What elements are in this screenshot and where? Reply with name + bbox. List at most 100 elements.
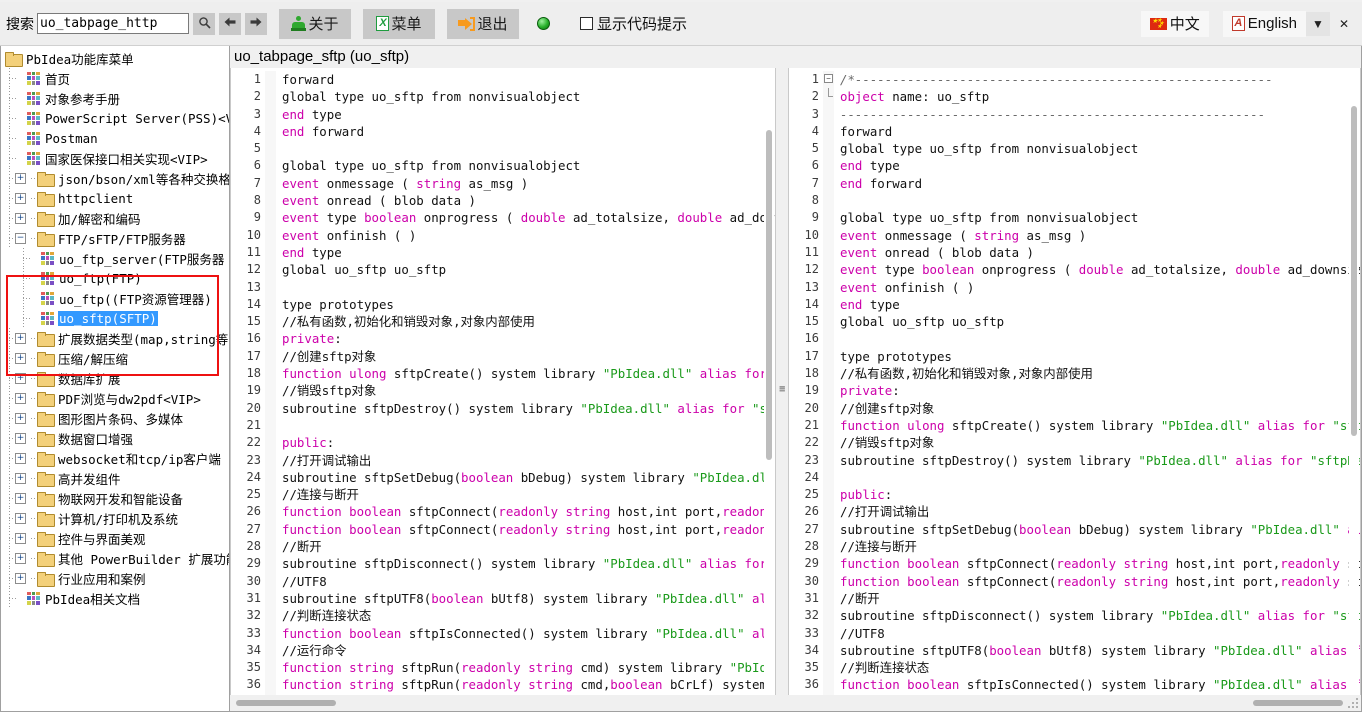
vertical-scrollbar-right[interactable] (1349, 70, 1359, 693)
expand-icon[interactable]: + (15, 412, 26, 424)
tree-item-5[interactable]: + json/bson/xml等各种交换格式 (1, 168, 229, 188)
expand-icon[interactable]: + (15, 172, 26, 184)
window-dropdown-button[interactable]: ▼ (1306, 11, 1330, 36)
code-viewport-left[interactable]: 1 forward 2 global type uo_sftp from nonvis… (230, 68, 776, 695)
vertical-scrollbar-left[interactable] (764, 70, 774, 693)
tree-item-14[interactable]: + 压缩/解压缩 (1, 348, 229, 368)
menu-button[interactable]: X 菜单 (363, 8, 435, 39)
tree-item-16[interactable]: + PDF浏览与dw2pdf<VIP> (1, 388, 229, 408)
navigation-tree-panel[interactable]: PbIdea功能库菜单 首页 对象参考手册 PowerScript Server(P… (0, 46, 230, 712)
show-code-hint-checkbox[interactable]: 显示代码提示 (580, 13, 687, 34)
line-number: 12 (804, 262, 819, 277)
expand-icon[interactable]: + (15, 552, 26, 564)
tree-item-3[interactable]: Postman (1, 128, 229, 148)
code-pane-left[interactable]: 1 forward 2 global type uo_sftp from nonvis… (230, 68, 776, 711)
about-button[interactable]: 关于 (279, 8, 351, 39)
expand-icon[interactable]: + (15, 432, 26, 444)
tree-item-19[interactable]: + websocket和tcp/ip客户端 (1, 448, 229, 468)
tree-item-11[interactable]: uo_ftp((FTP资源管理器) (1, 288, 229, 308)
close-icon: ✕ (1338, 16, 1350, 31)
code-line: 29 function boolean sftpConnect(readonly … (789, 555, 1360, 573)
window-close-button[interactable]: ✕ (1332, 12, 1356, 36)
code-viewport-right[interactable]: 1−/*------------------------------------… (788, 68, 1361, 695)
tree-item-7[interactable]: + 加/解密和编码 (1, 208, 229, 228)
tree-item-18[interactable]: + 数据窗口增强 (1, 428, 229, 448)
code-pane-right[interactable]: 1−/*------------------------------------… (788, 68, 1361, 711)
tree-item-21[interactable]: + 物联网开发和智能设备 (1, 488, 229, 508)
expand-icon[interactable]: + (15, 332, 26, 344)
scroll-thumb[interactable] (1253, 700, 1343, 706)
fold-column (823, 122, 834, 141)
line-number: 31 (246, 590, 261, 605)
collapse-icon[interactable]: − (15, 232, 26, 244)
code-line: 35 function string sftpRun(readonly strin… (231, 659, 775, 677)
tree-item-22[interactable]: + 计算机/打印机及系统 (1, 508, 229, 528)
palette-icon (41, 311, 54, 325)
tree-root-node[interactable]: PbIdea功能库菜单 (1, 48, 229, 68)
expand-icon[interactable]: + (15, 372, 26, 384)
tree-item-4[interactable]: 国家医保接口相关实现<VIP> (1, 148, 229, 168)
fold-column[interactable]: − (823, 71, 834, 89)
tree-item-6[interactable]: + httpclient (1, 188, 229, 208)
fold-column (265, 192, 276, 210)
editor-splitter[interactable]: ≡ (776, 68, 788, 711)
tree-item-26[interactable]: PbIdea相关文档 (1, 588, 229, 608)
tree-item-25[interactable]: + 行业应用和案例 (1, 568, 229, 588)
expand-icon[interactable]: + (15, 492, 26, 504)
code-token: "PbIdea.dll" (655, 590, 745, 606)
code-line: 22 public: (231, 434, 775, 452)
code-token: //打开调试输出 (282, 452, 372, 468)
fold-column (823, 295, 834, 314)
tree-item-15[interactable]: + 数据库扩展 (1, 368, 229, 388)
expand-icon[interactable]: + (15, 452, 26, 464)
fold-column (265, 589, 276, 608)
code-text: global type uo_sftp from nonvisualobject (834, 140, 1138, 157)
tree-item-20[interactable]: + 高并发组件 (1, 468, 229, 488)
tree-item-9[interactable]: uo_ftp_server(FTP服务器 (1, 248, 229, 268)
tree-item-12[interactable]: uo_sftp(SFTP) (1, 308, 229, 328)
fold-column[interactable] (823, 88, 834, 106)
fold-column (823, 676, 834, 694)
tree-item-17[interactable]: + 图形图片条码、多媒体 (1, 408, 229, 428)
fold-column (823, 313, 834, 331)
code-text: private: (276, 330, 342, 347)
search-button[interactable] (193, 12, 215, 35)
expand-icon[interactable]: + (15, 532, 26, 544)
language-chinese-button[interactable]: ★ ★ ★ ★ 中文 (1140, 10, 1209, 37)
expand-icon[interactable]: + (15, 572, 26, 584)
nav-forward-button[interactable] (245, 12, 267, 35)
expand-icon[interactable]: + (15, 472, 26, 484)
fold-column (265, 399, 276, 417)
editor-split-container: 1 forward 2 global type uo_sftp from nonvis… (230, 68, 1361, 711)
scroll-thumb[interactable] (766, 130, 772, 460)
horizontal-scrollbar-left[interactable] (230, 695, 776, 711)
expand-icon[interactable]: + (15, 352, 26, 364)
code-token: //连接与断开 (282, 487, 359, 503)
tree-item-23[interactable]: + 控件与界面美观 (1, 528, 229, 548)
scroll-thumb[interactable] (236, 700, 336, 706)
expand-icon[interactable]: + (15, 212, 26, 224)
tree-item-24[interactable]: + 其他 PowerBuilder 扩展功能 (1, 548, 229, 568)
tree-item-1[interactable]: 对象参考手册 (1, 88, 229, 108)
horizontal-scrollbar-right[interactable] (788, 695, 1361, 711)
tree-item-10[interactable]: uo_ftp(FTP) (1, 268, 229, 288)
tree-item-13[interactable]: + 扩展数据类型(map,string等) (1, 328, 229, 348)
tree-item-2[interactable]: PowerScript Server(PSS)<VIP> (1, 108, 229, 128)
code-line: 13 (231, 278, 775, 296)
exit-button[interactable]: 退出 (447, 8, 519, 39)
tree-item-0[interactable]: 首页 (1, 68, 229, 88)
fold-toggle-icon[interactable]: − (824, 74, 833, 83)
code-text: event onread ( blob data ) (276, 192, 476, 209)
scroll-thumb[interactable] (1351, 106, 1357, 436)
nav-back-button[interactable] (219, 12, 241, 35)
expand-icon[interactable]: + (15, 192, 26, 204)
search-input[interactable] (37, 13, 189, 34)
expand-icon[interactable]: + (15, 392, 26, 404)
code-text: end type (834, 296, 900, 313)
language-english-button[interactable]: A English (1222, 10, 1306, 37)
tree-item-8[interactable]: − FTP/sFTP/FTP服务器 (1, 228, 229, 248)
expand-icon[interactable]: + (15, 512, 26, 524)
window-resize-grip[interactable] (1347, 698, 1359, 710)
code-text: //创建sftp对象 (276, 348, 376, 365)
